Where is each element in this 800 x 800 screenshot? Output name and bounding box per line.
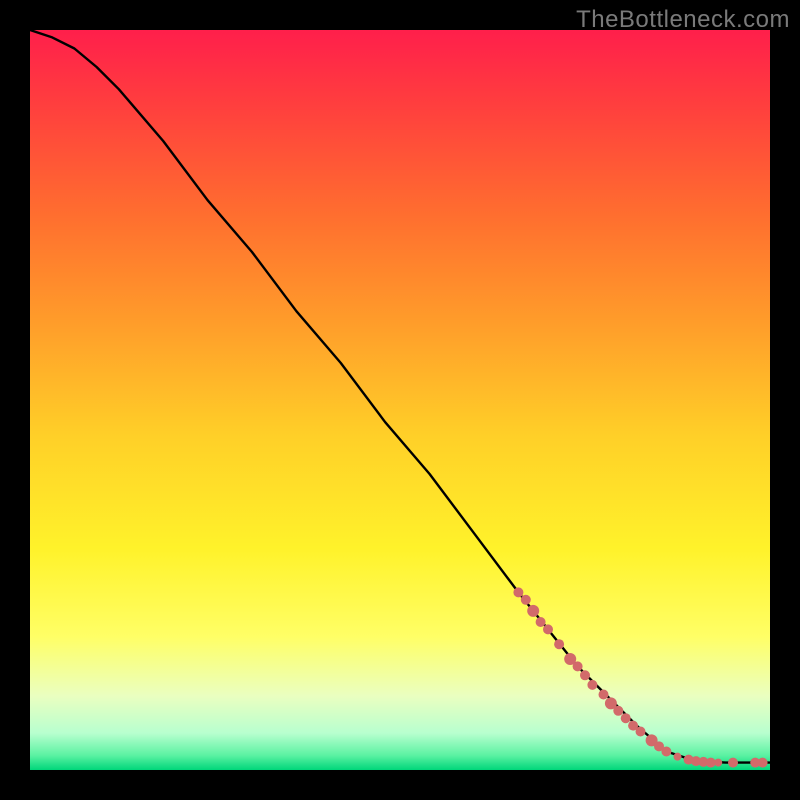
- data-point: [728, 758, 738, 768]
- data-point: [521, 595, 531, 605]
- data-point: [661, 747, 671, 757]
- data-point: [543, 624, 553, 634]
- data-point: [527, 605, 539, 617]
- data-point: [513, 587, 523, 597]
- data-point: [674, 753, 682, 761]
- chart-container: TheBottleneck.com: [0, 0, 800, 800]
- data-point: [621, 713, 631, 723]
- data-point: [587, 680, 597, 690]
- data-point: [613, 706, 623, 716]
- plot-area: [30, 30, 770, 770]
- data-point: [536, 617, 546, 627]
- data-point: [714, 759, 722, 767]
- data-point: [580, 670, 590, 680]
- gradient-background: [30, 30, 770, 770]
- data-point: [554, 639, 564, 649]
- data-point: [758, 758, 768, 768]
- data-point: [573, 661, 583, 671]
- data-point: [636, 727, 646, 737]
- data-point: [599, 690, 609, 700]
- chart-svg: [30, 30, 770, 770]
